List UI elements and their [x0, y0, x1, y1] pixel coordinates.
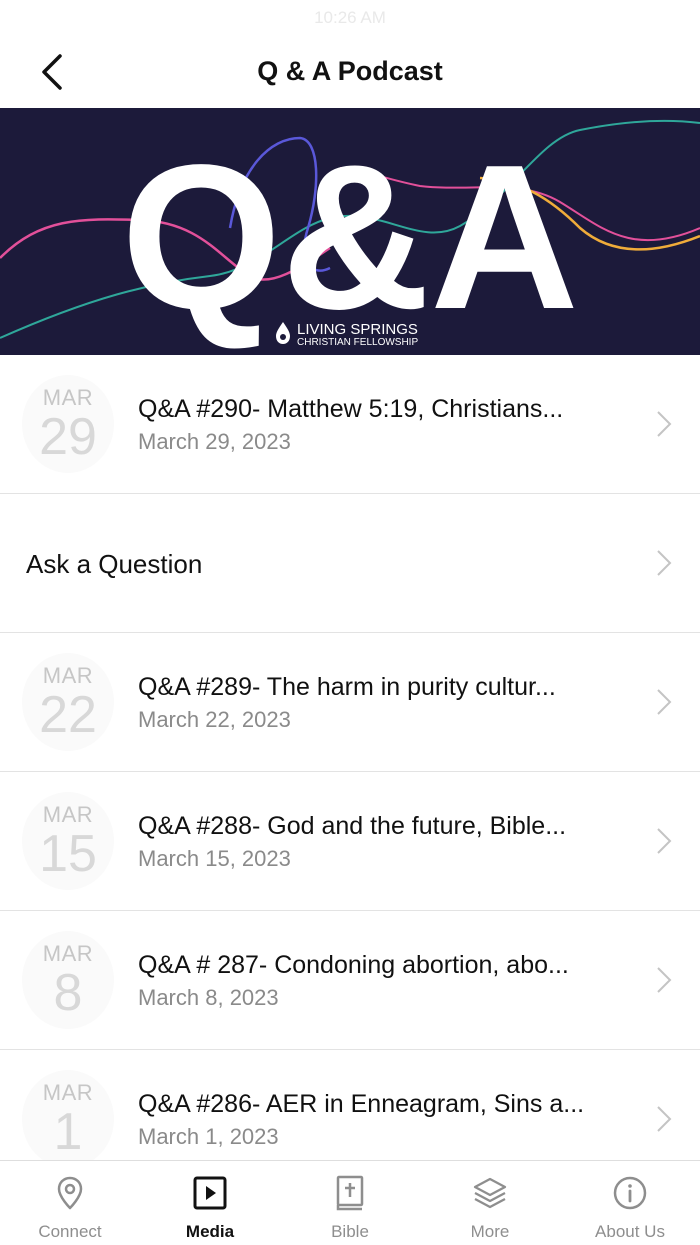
layers-icon [473, 1177, 507, 1209]
chevron-right-icon [657, 967, 672, 993]
ask-question-row[interactable]: Ask a Question [0, 494, 700, 633]
episode-date: March 1, 2023 [138, 1124, 279, 1149]
chevron-right-icon [657, 550, 672, 576]
tab-label: More [470, 1222, 510, 1241]
chevron-right-icon [657, 828, 672, 854]
tab-more[interactable]: More [420, 1161, 560, 1245]
hero-big-text: Q&A [121, 122, 579, 352]
episode-date: March 8, 2023 [138, 985, 279, 1010]
episode-title: Q&A # 287- Condoning abortion, abo... [138, 951, 569, 979]
tab-about-us[interactable]: About Us [560, 1161, 700, 1245]
location-pin-icon [57, 1176, 83, 1210]
status-time: 10:26 AM [314, 8, 386, 27]
podcast-banner: Q&A LIVING SPRINGS CHRISTIAN FELLOWSHIP [0, 108, 700, 355]
date-day: 29 [39, 408, 97, 466]
date-badge: MAR 1 [22, 1070, 114, 1168]
tab-label: Bible [331, 1222, 369, 1241]
episode-row[interactable]: MAR 29 Q&A #290- Matthew 5:19, Christian… [0, 355, 700, 494]
episode-date: March 29, 2023 [138, 429, 291, 454]
play-icon [193, 1176, 227, 1210]
chevron-right-icon [657, 689, 672, 715]
tab-label: Media [185, 1222, 235, 1241]
tab-connect[interactable]: Connect [0, 1161, 140, 1245]
episode-row[interactable]: MAR 8 Q&A # 287- Condoning abortion, abo… [0, 911, 700, 1050]
ask-question-label: Ask a Question [26, 549, 203, 579]
episode-title: Q&A #288- God and the future, Bible... [138, 812, 567, 840]
date-badge: MAR 15 [22, 792, 114, 890]
tab-label: About Us [595, 1222, 665, 1241]
nav-bar: Q & A Podcast [0, 36, 700, 108]
brand-line-1: LIVING SPRINGS [297, 321, 418, 338]
tab-bible[interactable]: Bible [280, 1161, 420, 1245]
episode-title: Q&A #290- Matthew 5:19, Christians... [138, 395, 564, 423]
date-day: 15 [39, 825, 97, 883]
tab-bar: Connect Media Bible More About Us [0, 1160, 700, 1245]
date-day: 22 [39, 686, 97, 744]
page-title: Q & A Podcast [257, 56, 443, 86]
episode-row[interactable]: MAR 22 Q&A #289- The harm in purity cult… [0, 633, 700, 772]
bible-icon [336, 1175, 364, 1211]
chevron-right-icon [657, 411, 672, 437]
chevron-right-icon [657, 1106, 672, 1132]
episode-title: Q&A #289- The harm in purity cultur... [138, 673, 556, 701]
episode-date: March 15, 2023 [138, 846, 291, 871]
episode-list: MAR 29 Q&A #290- Matthew 5:19, Christian… [0, 355, 700, 1189]
episode-title: Q&A #286- AER in Enneagram, Sins a... [138, 1090, 585, 1118]
brand-line-2: CHRISTIAN FELLOWSHIP [297, 337, 418, 348]
date-badge: MAR 8 [22, 931, 114, 1029]
tab-media[interactable]: Media [140, 1161, 280, 1245]
tab-label: Connect [38, 1222, 102, 1241]
episode-row[interactable]: MAR 15 Q&A #288- God and the future, Bib… [0, 772, 700, 911]
date-badge: MAR 29 [22, 375, 114, 473]
date-day: 8 [53, 964, 83, 1022]
date-day: 1 [53, 1103, 83, 1161]
info-icon [613, 1176, 647, 1210]
episode-date: March 22, 2023 [138, 707, 291, 732]
date-badge: MAR 22 [22, 653, 114, 751]
